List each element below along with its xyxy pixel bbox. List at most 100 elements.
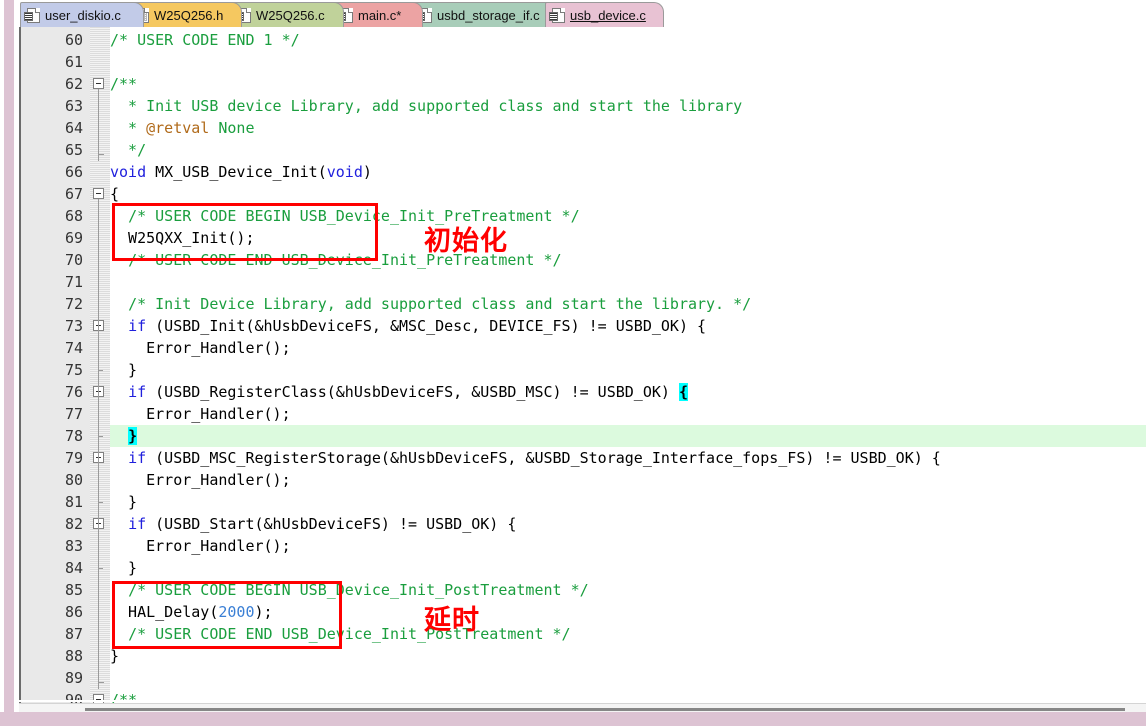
line-number: 73 <box>64 317 83 335</box>
editor-tab-label: usb_device.c <box>570 7 646 23</box>
editor-tab-label: main.c* <box>358 7 402 23</box>
line-number: 68 <box>64 207 83 225</box>
code-row <box>110 183 1146 205</box>
editor-tab-label: W25Q256.c <box>256 7 325 23</box>
code-line[interactable]: if (USBD_MSC_RegisterStorage(&hUsbDevice… <box>110 447 941 469</box>
code-row <box>110 557 1146 579</box>
code-line[interactable]: } <box>110 425 138 447</box>
editor-tab-label: W25Q256.h <box>154 7 224 23</box>
code-line[interactable]: * @retval None <box>110 117 254 139</box>
line-number: 79 <box>64 449 83 467</box>
editor-tab-label: usbd_storage_if.c <box>437 7 540 23</box>
code-line[interactable]: Error_Handler(); <box>110 469 291 491</box>
line-number: 61 <box>64 53 83 71</box>
code-row <box>110 645 1146 667</box>
code-line[interactable]: if (USBD_Init(&hUsbDeviceFS, &MSC_Desc, … <box>110 315 706 337</box>
code-line[interactable]: if (USBD_Start(&hUsbDeviceFS) != USBD_OK… <box>110 513 516 535</box>
line-number: 76 <box>64 383 83 401</box>
fold-guide-line-function <box>98 199 99 681</box>
code-folding-column[interactable] <box>90 27 110 712</box>
window-frame-bottom <box>0 712 1146 726</box>
editor-tab-main-c-[interactable]: main.c* <box>333 2 423 27</box>
code-line[interactable]: */ <box>110 139 146 161</box>
line-number: 75 <box>64 361 83 379</box>
code-line[interactable]: W25QXX_Init(); <box>110 227 254 249</box>
line-number: 62 <box>64 75 83 93</box>
code-line[interactable]: /* USER CODE BEGIN USB_Device_Init_PostT… <box>110 579 589 601</box>
line-number-gutter: 60 61 62 63 64 65 66 67 68 69 70 71 72 73 74 75 76 77 78 79… <box>21 27 90 712</box>
editor-tab-usb-device-c[interactable]: usb_device.c <box>545 2 664 27</box>
code-row <box>110 271 1146 293</box>
code-line[interactable]: Error_Handler(); <box>110 403 291 425</box>
code-line[interactable]: } <box>110 557 137 579</box>
editor-bottom-edge <box>19 700 1146 702</box>
code-row <box>110 117 1146 139</box>
line-number: 81 <box>64 493 83 511</box>
horizontal-scrollbar-thumb[interactable] <box>85 708 1125 711</box>
fold-end-marker <box>98 154 104 155</box>
code-row <box>110 491 1146 513</box>
code-row <box>110 359 1146 381</box>
editor-tab-w25q256-h[interactable]: W25Q256.h <box>129 2 242 27</box>
line-number: 86 <box>64 603 83 621</box>
line-number: 87 <box>64 625 83 643</box>
init-note: 初始化 <box>424 226 508 257</box>
source-file-icon <box>549 7 565 23</box>
line-number: 64 <box>64 119 83 137</box>
code-editor-window: user_diskio.c W25Q256.h W25Q256.c main.c* us… <box>0 0 1146 726</box>
editor-tab-w25q256-c[interactable]: W25Q256.c <box>231 2 344 27</box>
code-line[interactable]: void MX_USB_Device_Init(void) <box>110 161 372 183</box>
line-number: 66 <box>64 163 83 181</box>
line-number: 71 <box>64 273 83 291</box>
code-line[interactable]: * Init USB device Library, add supported… <box>110 95 742 117</box>
code-line[interactable]: /** <box>110 73 137 95</box>
code-row <box>110 73 1146 95</box>
line-number: 88 <box>64 647 83 665</box>
code-text-area[interactable]: /* USER CODE END 1 */ /** * Init USB devi… <box>110 27 1146 712</box>
line-number: 83 <box>64 537 83 555</box>
code-line[interactable]: /* USER CODE END 1 */ <box>110 29 300 51</box>
code-line[interactable]: Error_Handler(); <box>110 535 291 557</box>
editor-tab-bar: user_diskio.c W25Q256.h W25Q256.c main.c* us… <box>14 0 1146 27</box>
code-line[interactable]: Error_Handler(); <box>110 337 291 359</box>
fold-toggle-icon[interactable] <box>93 188 104 199</box>
line-number: 85 <box>64 581 83 599</box>
code-row <box>110 51 1146 73</box>
editor-tab-user-diskio-c[interactable]: user_diskio.c <box>20 2 144 27</box>
fold-end-marker <box>98 682 104 683</box>
code-row <box>110 139 1146 161</box>
delay-note: 延时 <box>424 605 480 636</box>
code-row <box>110 667 1146 689</box>
line-number: 74 <box>64 339 83 357</box>
line-number: 69 <box>64 229 83 247</box>
code-line[interactable]: /* USER CODE BEGIN USB_Device_Init_PreTr… <box>110 205 580 227</box>
line-number: 77 <box>64 405 83 423</box>
line-number: 80 <box>64 471 83 489</box>
code-line[interactable]: /* Init Device Library, add supported cl… <box>110 293 751 315</box>
line-number: 89 <box>64 669 83 687</box>
code-line[interactable]: } <box>110 645 119 667</box>
line-number: 82 <box>64 515 83 533</box>
fold-guide-line-doccomment <box>98 89 99 153</box>
window-frame-left <box>4 0 14 726</box>
current-line-highlight <box>110 425 1146 447</box>
editor-tab-label: user_diskio.c <box>45 7 121 23</box>
code-line[interactable]: HAL_Delay(2000); <box>110 601 273 623</box>
source-file-icon <box>24 7 40 23</box>
code-line[interactable]: if (USBD_RegisterClass(&hUsbDeviceFS, &U… <box>110 381 688 403</box>
code-line[interactable]: /* USER CODE END USB_Device_Init_PostTre… <box>110 623 571 645</box>
line-number: 72 <box>64 295 83 313</box>
fold-toggle-icon[interactable] <box>93 78 104 89</box>
line-number: 78 <box>64 427 83 445</box>
line-number: 60 <box>64 31 83 49</box>
code-line[interactable]: } <box>110 491 137 513</box>
code-row <box>110 227 1146 249</box>
code-editor[interactable]: 60 61 62 63 64 65 66 67 68 69 70 71 72 73 74 75 76 77 78 79… <box>19 27 1146 712</box>
line-number: 65 <box>64 141 83 159</box>
line-number: 70 <box>64 251 83 269</box>
line-number: 84 <box>64 559 83 577</box>
code-line[interactable]: { <box>110 183 119 205</box>
code-line[interactable]: } <box>110 359 137 381</box>
editor-tab-usbd-storage-if-c[interactable]: usbd_storage_if.c <box>412 2 556 27</box>
line-number: 67 <box>64 185 83 203</box>
